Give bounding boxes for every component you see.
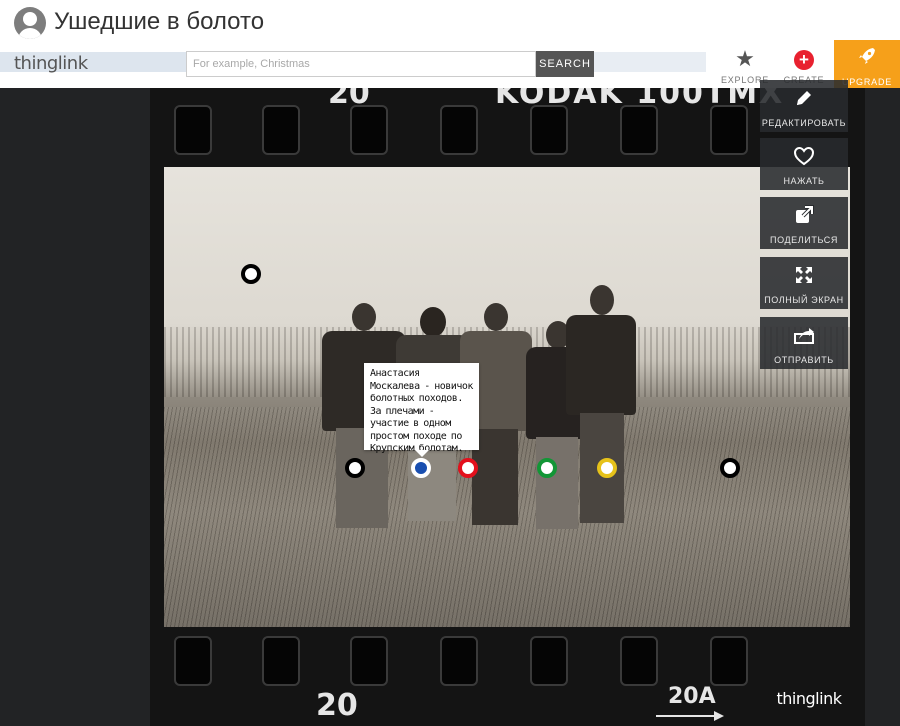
page: Ушедшие в болото thinglink SEARCH ★ EXPL… [0,0,900,726]
hotspot-tooltip: Анастасия Москалева - новичок болотных п… [364,363,479,457]
rocket-icon [834,46,900,71]
send-icon [760,325,848,351]
sprocket [262,636,300,686]
sprocket [440,636,478,686]
hotspot-person-5[interactable] [597,458,617,478]
title-bar: Ушедшие в болото [0,0,900,46]
share-icon [760,205,848,231]
sprocket [620,636,658,686]
like-button[interactable]: НАЖАТЬ [760,138,848,190]
search-button[interactable]: SEARCH [536,51,594,77]
sprocket [530,105,568,155]
sprocket [174,636,212,686]
edit-label: РЕДАКТИРОВАТЬ [761,118,847,128]
send-label: ОТПРАВИТЬ [774,355,834,365]
sprocket [262,105,300,155]
tooltip-text: Анастасия Москалева - новичок болотных п… [370,368,473,454]
page-title: Ушедшие в болото [54,8,265,35]
hotspot-person-4[interactable] [537,458,557,478]
fullscreen-label: ПОЛНЫЙ ЭКРАН [764,295,844,305]
hotspot-person-3[interactable] [458,458,478,478]
like-label: НАЖАТЬ [783,176,825,186]
sprocket [350,636,388,686]
film-arrow-icon [656,711,724,721]
sprocket [710,636,748,686]
hotspot-person-2-core [417,464,425,472]
search-input[interactable] [186,51,536,77]
sprocket [350,105,388,155]
hotspot-field[interactable] [720,458,740,478]
film-frame-number-bottom: 20 [316,688,358,723]
fullscreen-icon [760,265,848,291]
hotspot-sky[interactable] [241,264,261,284]
thinglink-logo[interactable]: thinglink [14,53,88,74]
share-button[interactable]: ПОДЕЛИТЬСЯ [760,197,848,249]
plus-circle-icon: + [778,47,830,71]
heart-icon [760,146,848,172]
sprocket [530,636,568,686]
logo-strip: thinglink [0,52,186,74]
pencil-icon [760,88,848,114]
star-icon: ★ [735,46,755,71]
sprocket [710,105,748,155]
tooltip-arrow [415,450,429,457]
send-button[interactable]: ОТПРАВИТЬ [760,317,848,369]
avatar-head [23,12,37,26]
photo[interactable] [164,167,850,627]
sprocket [620,105,658,155]
thinglink-watermark[interactable]: thinglink [762,681,856,717]
film-frame-number-bottom-right: 20A [668,684,716,709]
avatar-body [18,28,42,39]
avatar[interactable] [14,7,46,39]
sprocket [440,105,478,155]
fullscreen-button[interactable]: ПОЛНЫЙ ЭКРАН [760,257,848,309]
share-label: ПОДЕЛИТЬСЯ [770,235,838,245]
hotspot-person-2[interactable] [411,458,431,478]
sprocket [174,105,212,155]
edit-button[interactable]: РЕДАКТИРОВАТЬ [760,80,848,132]
hotspot-person-1[interactable] [345,458,365,478]
